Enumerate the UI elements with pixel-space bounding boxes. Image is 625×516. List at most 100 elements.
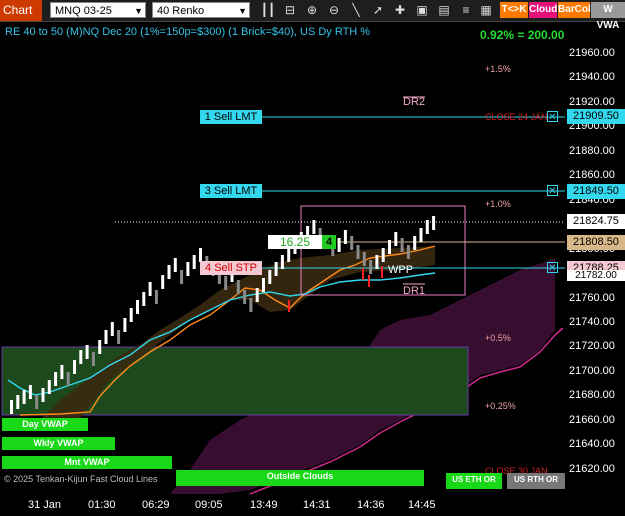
renko-brick (98, 340, 102, 354)
renko-brick (249, 298, 253, 312)
renko-brick (73, 360, 76, 374)
bar-chart-icon[interactable]: ┃┃ (260, 3, 276, 18)
x-tick-label: 13:49 (250, 499, 278, 511)
renko-brick (22, 390, 26, 404)
data-box-icon[interactable]: ⊟ (282, 3, 298, 18)
plus-1-pct-label: +1.0% (485, 199, 511, 209)
renko-brick (186, 262, 190, 276)
wkly-vwap-strip: Wkly VWAP (2, 437, 115, 450)
renko-brick (243, 290, 247, 304)
wpp-label: WPP (388, 264, 414, 276)
crosshair-icon[interactable]: ✚ (392, 3, 408, 18)
y-tick-label: 21680.00 (569, 389, 615, 402)
renko-brick (419, 228, 423, 242)
renko-brick (10, 400, 13, 414)
price-box-last: 21824.75 (567, 214, 625, 229)
chevron-down-icon: ▼ (134, 6, 143, 16)
y-tick-label: 21640.00 (569, 438, 615, 451)
renko-brick (79, 350, 83, 364)
close-order-3-icon[interactable]: ✕ (547, 185, 558, 197)
zoom-in-icon[interactable]: ⊕ (304, 3, 320, 18)
renko-brick (129, 308, 133, 322)
zoom-out-icon[interactable]: ⊖ (326, 3, 342, 18)
y-tick-label: 21740.00 (569, 315, 615, 328)
y-tick-label: 21760.00 (569, 291, 615, 304)
renko-brick (60, 365, 64, 379)
renko-brick (337, 238, 341, 252)
dr1-label: DR1 (403, 285, 426, 297)
renko-brick (268, 270, 272, 284)
renko-brick (47, 380, 51, 394)
renko-brick (54, 372, 58, 386)
renko-brick (192, 255, 196, 269)
y-tick-label: 21700.00 (569, 364, 615, 377)
chart-trader-icon[interactable]: ▤ (436, 3, 452, 18)
x-tick-label: 14:31 (303, 499, 331, 511)
sell-stp-order-4[interactable]: 4 Sell STP (200, 261, 262, 275)
renko-brick (262, 278, 265, 292)
renko-brick (110, 322, 114, 336)
close-24-jan-label: CLOSE 24 JAN (485, 112, 548, 122)
renko-brick (199, 248, 202, 262)
renko-brick (394, 232, 398, 246)
renko-brick (173, 258, 177, 272)
weekly-vwap-toggle-button[interactable]: W VWA (591, 2, 625, 31)
y-tick-label: 21920.00 (569, 95, 615, 108)
price-box-sell-lmt-1: 21909.50 (567, 109, 625, 124)
renko-brick (66, 372, 70, 386)
renko-brick (180, 270, 184, 284)
renko-brick (375, 255, 379, 269)
renko-brick (161, 275, 165, 289)
renko-brick (167, 265, 171, 279)
instrument-value: MNQ 03-25 (55, 5, 112, 17)
y-tick-label: 21880.00 (569, 144, 615, 157)
properties-icon[interactable]: ▣ (414, 3, 430, 18)
indicators-icon[interactable]: ▦ (478, 3, 494, 18)
renko-brick (224, 276, 228, 290)
y-tick-label: 21620.00 (569, 462, 615, 475)
position-qty[interactable]: 4 (322, 235, 336, 249)
x-tick-label: 09:05 (195, 499, 223, 511)
renko-brick (369, 260, 373, 274)
sell-lmt-order-3[interactable]: 3 Sell LMT (200, 184, 262, 198)
plus-1-5-pct-label: +1.5% (485, 64, 511, 74)
barcol-toggle-button[interactable]: BarCol (558, 2, 591, 18)
close-order-1-icon[interactable]: ✕ (547, 111, 558, 123)
renko-brick (85, 345, 89, 359)
renko-brick (356, 245, 360, 259)
sell-lmt-order-1[interactable]: 1 Sell LMT (200, 110, 262, 124)
day-vwap-strip: Day VWAP (2, 418, 88, 431)
renko-brick (312, 220, 316, 234)
sell-marker (288, 300, 290, 312)
bar-type-select[interactable]: 40 Renko ▼ (152, 2, 250, 18)
x-tick-label: 31 Jan (28, 499, 62, 511)
renko-brick (432, 216, 436, 230)
strategies-icon[interactable]: ≡ (458, 3, 474, 18)
chevron-down-icon: ▼ (238, 6, 247, 16)
renko-brick (425, 220, 429, 234)
renko-brick (388, 240, 391, 254)
close-order-4-icon[interactable]: ✕ (547, 262, 558, 274)
renko-brick (28, 385, 32, 399)
mnt-vwap-strip: Mnt VWAP (2, 456, 172, 469)
y-tick-label: 21720.00 (569, 340, 615, 353)
cloud-toggle-button[interactable]: Cloud (529, 2, 557, 18)
bar-type-value: 40 Renko (157, 5, 205, 17)
tk-toggle-button[interactable]: T<>K (500, 2, 528, 18)
position-pnl[interactable]: 16.25 (268, 235, 322, 249)
percent-summary: 0.92% = 200.00 (480, 28, 565, 42)
x-tick-label: 01:30 (88, 499, 116, 511)
instrument-select[interactable]: MNQ 03-25 ▼ (50, 2, 146, 18)
chart-toolbar: Chart MNQ 03-25 ▼ 40 Renko ▼ ┃┃ ⊟ ⊕ ⊖ ╲ … (0, 0, 625, 31)
renko-brick (91, 352, 95, 366)
renko-brick (362, 252, 366, 266)
copyright-label: © 2025 Tenkan-Kijun Fast Cloud Lines (4, 474, 158, 484)
sell-marker (362, 268, 364, 280)
renko-brick (148, 282, 152, 296)
pointer-icon[interactable]: ➚ (370, 3, 386, 18)
draw-line-icon[interactable]: ╲ (348, 3, 364, 18)
renko-brick (350, 236, 354, 250)
renko-brick (154, 290, 158, 304)
renko-brick (274, 262, 278, 276)
dr2-label: DR2 (403, 96, 426, 108)
